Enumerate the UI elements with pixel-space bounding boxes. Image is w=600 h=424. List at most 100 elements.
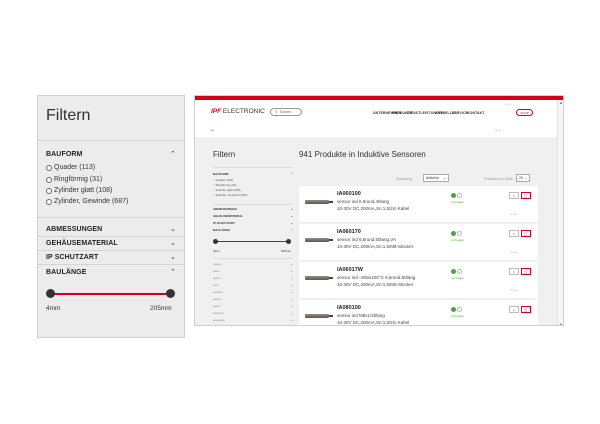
shop-button[interactable]: SHOP (516, 109, 533, 116)
stock-label: Auf Lager (451, 238, 465, 242)
filter-group-label: ABMESSUNGEN (46, 225, 103, 233)
radio-icon[interactable] (46, 187, 52, 194)
add-to-cart-button[interactable]: 🛒 (521, 306, 531, 313)
filter-group-collapsed[interactable]: •••••••• ⌄ (213, 262, 293, 266)
per-page-select[interactable]: 20 ⌄ (516, 174, 530, 182)
cart-icon: 🛒 (523, 307, 529, 312)
filter-group-label: GEHÄUSEMATERIAL (46, 239, 118, 247)
product-description: sensor ind 6,5rund,50lang,VA (337, 237, 396, 242)
filter-group-collapsed[interactable]: ••••••• ⌄ (213, 304, 293, 308)
compare-checkbox[interactable]: □ •••• (510, 212, 517, 216)
range-slider-track[interactable] (215, 241, 289, 242)
filter-group-ip-schutzart[interactable]: IP SCHUTZART ⌄ (46, 253, 176, 262)
product-description: sensor ind M8x1/40lang (337, 313, 385, 318)
product-specs: 10-30V DC,200mA,Sn:1,5/M8-Stecker (337, 244, 414, 249)
filter-group-gehaeusematerial[interactable]: GEHÄUSEMATERIAL ⌄ (46, 239, 176, 248)
product-image[interactable] (305, 200, 333, 204)
filter-option[interactable]: ○ Zylinder glatt (108) (213, 188, 241, 192)
filter-option-zylinder-glatt[interactable]: Zylinder glatt (108) (46, 187, 112, 194)
product-card[interactable]: IA060100 sensor ind 6,5rund,40lang 10-30… (299, 186, 538, 222)
product-card[interactable]: IA06017W sensor ind -40bis100°C 6,5rund,… (299, 262, 538, 298)
search-input[interactable]: ⚲ Suchen (270, 108, 302, 116)
product-image[interactable] (305, 276, 333, 280)
product-code[interactable]: IA060100 (337, 191, 361, 197)
filter-group-collapsed[interactable]: ••••••• ⌄ (213, 276, 293, 280)
scroll-down-icon[interactable]: ▼ (558, 322, 563, 325)
filter-group-collapsed[interactable]: ••••••••• ⌄ (213, 290, 293, 294)
filter-group-placeholder-label: ••••• (213, 283, 219, 287)
filter-group-collapsed[interactable]: •••••••• ⌄ (213, 297, 293, 301)
filter-option[interactable]: ○ Zylinder, Gewinde (687) (213, 193, 248, 197)
breadcrumb[interactable]: ••• (211, 128, 214, 132)
util-links[interactable]: • • • • (505, 102, 512, 106)
filter-group-placeholder-label: ••••••• (213, 276, 221, 280)
chevron-down-icon: ⌄ (290, 262, 293, 266)
filter-option[interactable]: ○ Quader (113) (213, 178, 233, 182)
website-screenshot: • • • • IPF ELECTRONIC ⚲ Suchen UNTERNEH… (194, 95, 564, 326)
range-slider-max-handle[interactable] (166, 289, 175, 298)
chevron-down-icon: ⌄ (290, 269, 293, 273)
chevron-down-icon: ⌄ (290, 311, 293, 315)
product-image[interactable] (305, 238, 333, 242)
filter-option[interactable]: ○ Ringförmig (31) (213, 183, 236, 187)
ipf-logo[interactable]: IPF ELECTRONIC (211, 108, 265, 115)
divider (38, 140, 184, 141)
filter-group-abmessungen[interactable]: ABMESSUNGEN ⌄ (46, 225, 176, 234)
search-icon: ⚲ (275, 110, 278, 114)
filter-option-quader[interactable]: Quader (113) (46, 164, 95, 171)
filter-group-baulaenge[interactable]: BAULÄNGE ⌃ (46, 268, 176, 277)
filter-group-ip-schutzart[interactable]: IP SCHUTZART ⌄ (213, 221, 293, 225)
filter-group-label: IP SCHUTZART (46, 253, 99, 261)
filter-group-gehaeusematerial[interactable]: GEHÄUSEMATERIAL ⌄ (213, 214, 293, 218)
add-to-cart-button[interactable]: 🛒 (521, 230, 531, 237)
quantity-input[interactable]: 1 (509, 230, 519, 237)
product-code[interactable]: IA06017W (337, 267, 363, 273)
brand-topbar (195, 96, 563, 100)
filter-group-abmessungen[interactable]: ABMESSUNGEN ⌄ (213, 207, 293, 211)
compare-checkbox[interactable]: □ •••• (510, 288, 517, 292)
filter-group-collapsed[interactable]: •••••••••• ⌄ (213, 311, 293, 315)
add-to-cart-button[interactable]: 🛒 (521, 192, 531, 199)
compare-checkbox[interactable]: □ •••• (510, 250, 517, 254)
filter-group-placeholder-label: ••••••••••• (213, 318, 225, 322)
stock-indicator (451, 193, 456, 198)
product-card[interactable]: IA080100 sensor ind M8x1/40lang 10-30V D… (299, 300, 538, 325)
range-slider-min-handle[interactable] (213, 239, 218, 244)
filter-group-bauform[interactable]: BAUFORM ⌃ (213, 172, 293, 176)
radio-icon[interactable] (46, 198, 52, 205)
filter-group-collapsed[interactable]: ••••••••••• ⌄ (213, 318, 293, 322)
stock-indicator-secondary (457, 307, 462, 312)
filter-group-baulaenge[interactable]: BAULÄNGE ⌃ (213, 228, 293, 232)
stock-label: Auf Lager (451, 276, 465, 280)
filter-title: Filtern (46, 107, 91, 124)
filter-option-zylinder-gewinde[interactable]: Zylinder, Gewinde (687) (46, 198, 128, 205)
range-slider-min-handle[interactable] (46, 289, 55, 298)
scrollbar[interactable]: ▲ ▼ (557, 100, 563, 325)
range-slider-track[interactable] (50, 293, 172, 295)
product-code[interactable]: IA080100 (337, 305, 361, 311)
quantity-input[interactable]: 1 (509, 268, 519, 275)
nav-kontakt[interactable]: KONTAKT (467, 111, 485, 115)
product-card[interactable]: IA060170 sensor ind 6,5rund,50lang,VA 10… (299, 224, 538, 260)
add-to-cart-button[interactable]: 🛒 (521, 268, 531, 275)
nav-service[interactable]: SERVICE (452, 111, 468, 115)
filter-group-placeholder-label: •••••••••• (213, 311, 224, 315)
radio-icon[interactable] (46, 164, 52, 171)
scroll-up-icon[interactable]: ▲ (558, 100, 563, 105)
header-links[interactable]: ••• •• (495, 128, 501, 132)
product-description: sensor ind 6,5rund,40lang (337, 199, 390, 204)
sort-select[interactable]: Artikelnr. ⌄ (423, 174, 449, 182)
product-image[interactable] (305, 314, 333, 318)
filter-group-collapsed[interactable]: ••••• ⌄ (213, 283, 293, 287)
quantity-input[interactable]: 1 (509, 306, 519, 313)
filter-group-placeholder-label: •••••• (213, 269, 220, 273)
range-slider-max-handle[interactable] (286, 239, 291, 244)
filter-group-collapsed[interactable]: •••••• ⌄ (213, 269, 293, 273)
radio-icon[interactable] (46, 176, 52, 183)
quantity-input[interactable]: 1 (509, 192, 519, 199)
product-code[interactable]: IA060170 (337, 229, 361, 235)
filter-group-bauform[interactable]: BAUFORM ⌃ (46, 150, 176, 159)
product-specs: 10-30V DC,200mA,Sn:1,5/2m Kabel (337, 320, 410, 325)
filter-option-ringfoermig[interactable]: Ringförmig (31) (46, 176, 102, 183)
divider (38, 236, 184, 237)
